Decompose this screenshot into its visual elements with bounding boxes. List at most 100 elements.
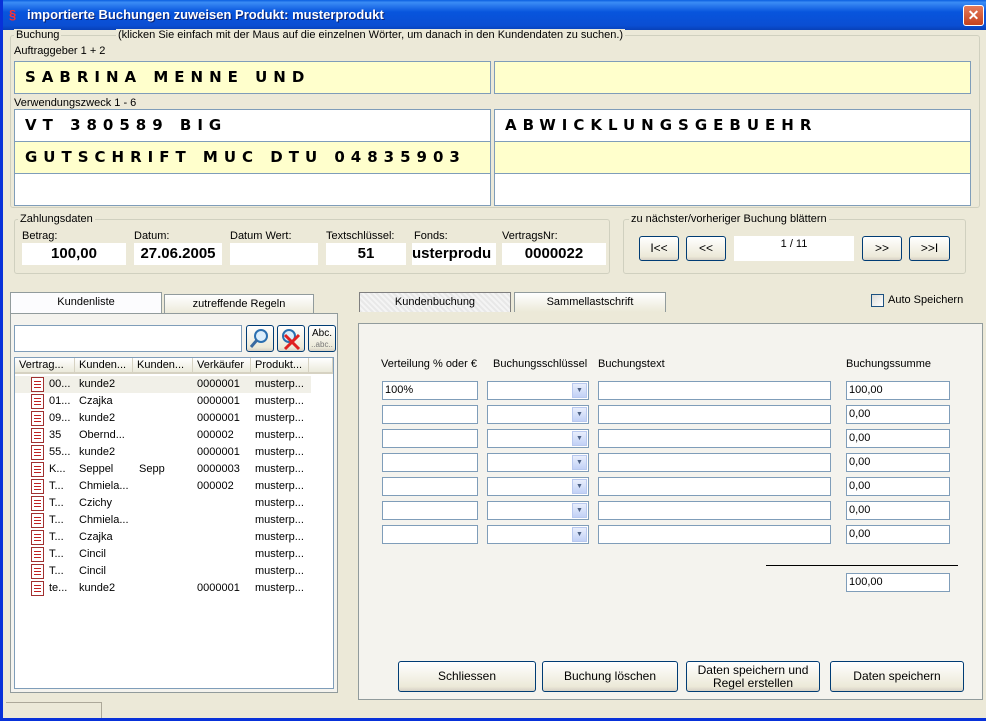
column-header-kunde-2[interactable]: Kunden... bbox=[133, 358, 193, 374]
table-row[interactable]: T... Czajka musterp... bbox=[15, 529, 311, 546]
table-row[interactable]: 01... Czajka 0000001 musterp... bbox=[15, 393, 311, 410]
table-cell: musterp... bbox=[255, 514, 304, 526]
table-row[interactable]: T... Cincil musterp... bbox=[15, 546, 311, 563]
buchungssumme-input[interactable]: 0,00 bbox=[846, 501, 950, 520]
table-row[interactable]: T... Czichy musterp... bbox=[15, 495, 311, 512]
buchungssumme-input[interactable]: 100,00 bbox=[846, 381, 950, 400]
fonds-value[interactable]: usterprodu bbox=[412, 243, 496, 265]
last-record-button[interactable]: >>I bbox=[909, 236, 950, 261]
buchungstext-input[interactable] bbox=[598, 453, 831, 472]
document-icon bbox=[31, 496, 44, 511]
tab-kundenbuchung[interactable]: Kundenbuchung bbox=[359, 292, 511, 312]
auftraggeber-2-field[interactable] bbox=[494, 61, 971, 94]
table-row[interactable]: te... kunde2 0000001 musterp... bbox=[15, 580, 311, 597]
column-header-kunde-1[interactable]: Kunden... bbox=[75, 358, 133, 374]
buchungstext-input[interactable] bbox=[598, 405, 831, 424]
column-header-vertrag[interactable]: Vertrag... bbox=[15, 358, 75, 374]
buchungsschluessel-select[interactable]: ▼ bbox=[487, 525, 589, 544]
verteilung-input[interactable] bbox=[382, 453, 478, 472]
verteilung-input[interactable]: 100% bbox=[382, 381, 478, 400]
buchungssumme-input[interactable]: 0,00 bbox=[846, 525, 950, 544]
search-input[interactable] bbox=[14, 325, 242, 352]
document-icon bbox=[31, 462, 44, 477]
buchungstext-input[interactable] bbox=[598, 501, 831, 520]
betrag-value[interactable]: 100,00 bbox=[22, 243, 126, 265]
clear-search-button[interactable] bbox=[277, 325, 305, 352]
search-icon bbox=[249, 329, 268, 348]
search-button[interactable] bbox=[246, 325, 274, 352]
buchungssumme-input[interactable]: 0,00 bbox=[846, 405, 950, 424]
kundenliste-list[interactable]: Vertrag... Kunden... Kunden... Verkäufer… bbox=[14, 357, 334, 689]
table-cell: musterp... bbox=[255, 378, 304, 390]
table-cell: Seppel bbox=[79, 463, 114, 475]
verteilung-input[interactable] bbox=[382, 525, 478, 544]
auto-speichern-checkbox[interactable] bbox=[871, 294, 884, 307]
close-button[interactable]: ✕ bbox=[963, 5, 984, 26]
chevron-down-icon[interactable]: ▼ bbox=[572, 383, 587, 398]
total-sum-field[interactable]: 100,00 bbox=[846, 573, 950, 592]
buchungssumme-input[interactable]: 0,00 bbox=[846, 477, 950, 496]
chevron-down-icon[interactable]: ▼ bbox=[572, 407, 587, 422]
table-cell: 000002 bbox=[197, 429, 234, 441]
verwendungszweck-6-field[interactable] bbox=[494, 173, 971, 206]
chevron-down-icon[interactable]: ▼ bbox=[572, 527, 587, 542]
tab-zutreffende-regeln[interactable]: zutreffende Regeln bbox=[164, 294, 314, 314]
auftraggeber-1-field[interactable]: SABRINA MENNE UND bbox=[14, 61, 491, 94]
window-title: importierte Buchungen zuweisen Produkt: … bbox=[27, 7, 384, 22]
table-row[interactable]: 09... kunde2 0000001 musterp... bbox=[15, 410, 311, 427]
buchungstext-input[interactable] bbox=[598, 381, 831, 400]
daten-speichern-regel-button[interactable]: Daten speichern und Regel erstellen bbox=[686, 661, 820, 692]
header-buchungsschluessel: Buchungsschlüssel bbox=[493, 358, 588, 370]
tab-kundenliste[interactable]: Kundenliste bbox=[10, 292, 162, 313]
buchungssumme-input[interactable]: 0,00 bbox=[846, 453, 950, 472]
table-row[interactable]: T... Cincil musterp... bbox=[15, 563, 311, 580]
vertragsnr-value[interactable]: 0000022 bbox=[502, 243, 606, 265]
buchungsschluessel-select[interactable]: ▼ bbox=[487, 501, 589, 520]
table-row[interactable]: 35 Obernd... 000002 musterp... bbox=[15, 427, 311, 444]
next-record-button[interactable]: >> bbox=[862, 236, 902, 261]
buchungsschluessel-select[interactable]: ▼ bbox=[487, 453, 589, 472]
title-bar[interactable]: § importierte Buchungen zuweisen Produkt… bbox=[3, 0, 986, 30]
buchungstext-input[interactable] bbox=[598, 477, 831, 496]
first-record-button[interactable]: I<< bbox=[639, 236, 679, 261]
table-row[interactable]: K... Seppel Sepp 0000003 musterp... bbox=[15, 461, 311, 478]
buchungsschluessel-select[interactable]: ▼ bbox=[487, 429, 589, 448]
table-row[interactable]: T... Chmiela... musterp... bbox=[15, 512, 311, 529]
buchung-loeschen-button[interactable]: Buchung löschen bbox=[542, 661, 678, 692]
textschluessel-value[interactable]: 51 bbox=[326, 243, 406, 265]
verteilung-input[interactable] bbox=[382, 477, 478, 496]
chevron-down-icon[interactable]: ▼ bbox=[572, 455, 587, 470]
daten-speichern-button[interactable]: Daten speichern bbox=[830, 661, 964, 692]
schliessen-button[interactable]: Schliessen bbox=[398, 661, 536, 692]
verwendungszweck-2-field[interactable]: ABWICKLUNGSGEBUEHR bbox=[494, 109, 971, 142]
verteilung-input[interactable] bbox=[382, 405, 478, 424]
table-row[interactable]: 00... kunde2 0000001 musterp... bbox=[15, 376, 311, 393]
verwendungszweck-5-field[interactable] bbox=[14, 173, 491, 206]
table-row[interactable]: 55... kunde2 0000001 musterp... bbox=[15, 444, 311, 461]
previous-record-button[interactable]: << bbox=[686, 236, 726, 261]
tab-sammellastschrift[interactable]: Sammellastschrift bbox=[514, 292, 666, 312]
buchungstext-input[interactable] bbox=[598, 429, 831, 448]
chevron-down-icon[interactable]: ▼ bbox=[572, 503, 587, 518]
buchungsschluessel-select[interactable]: ▼ bbox=[487, 477, 589, 496]
buchungssumme-input[interactable]: 0,00 bbox=[846, 429, 950, 448]
buchungsschluessel-select[interactable]: ▼ bbox=[487, 381, 589, 400]
buchungstext-input[interactable] bbox=[598, 525, 831, 544]
table-cell: kunde2 bbox=[79, 446, 116, 458]
chevron-down-icon[interactable]: ▼ bbox=[572, 431, 587, 446]
verteilung-input[interactable] bbox=[382, 501, 478, 520]
column-header-produkt[interactable]: Produkt... bbox=[251, 358, 309, 374]
datum-wert-label: Datum Wert: bbox=[230, 230, 292, 242]
table-row[interactable]: T... Chmiela... 000002 musterp... bbox=[15, 478, 311, 495]
verwendungszweck-4-field[interactable] bbox=[494, 141, 971, 174]
chevron-down-icon[interactable]: ▼ bbox=[572, 479, 587, 494]
verwendungszweck-3-field[interactable]: GUTSCHRIFT MUC DTU 04835903 bbox=[14, 141, 491, 174]
datum-value[interactable]: 27.06.2005 bbox=[134, 243, 222, 265]
buchungsschluessel-select[interactable]: ▼ bbox=[487, 405, 589, 424]
verwendungszweck-1-field[interactable]: VT 380589 BIG bbox=[14, 109, 491, 142]
table-cell: musterp... bbox=[255, 531, 304, 543]
column-header-verkaeufer[interactable]: Verkäufer bbox=[193, 358, 251, 374]
verteilung-input[interactable] bbox=[382, 429, 478, 448]
abc-search-button[interactable]: Abc. ..abc.. bbox=[308, 325, 336, 352]
datum-wert-value[interactable] bbox=[230, 243, 318, 265]
